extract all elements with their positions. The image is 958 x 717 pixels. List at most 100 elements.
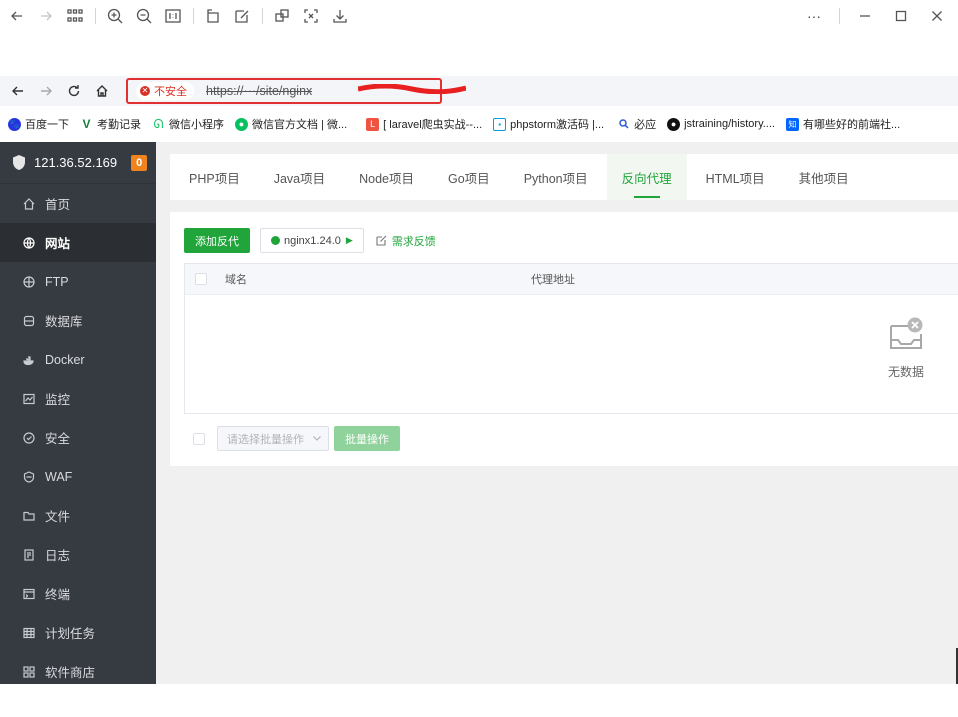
close-icon[interactable] [926,5,948,27]
database-icon [23,315,35,327]
sidebar-item-database[interactable]: 数据库 [0,301,156,340]
tab-other[interactable]: 其他项目 [784,154,864,200]
edit-icon[interactable] [231,5,253,27]
zoom-out-icon[interactable] [133,5,155,27]
select-all-checkbox[interactable] [195,273,207,285]
tab-go[interactable]: Go项目 [433,154,505,200]
sidebar-item-cron[interactable]: 计划任务 [0,613,156,652]
proxy-panel: 添加反代 nginx1.24.0 ▶ 需求反馈 域名 代理地址 无数据 请选择批… [170,212,958,466]
baidu-icon: 🐾 [8,117,21,131]
bookmark-item[interactable]: 必应 [617,116,656,132]
bookmark-item[interactable]: V 考勤记录 [80,116,141,132]
address-bar[interactable]: ✕ 不安全 https://···/site/nginx [126,78,466,104]
rotate-icon[interactable] [202,5,224,27]
url-text: https://···/site/nginx [206,84,313,98]
bilibili-icon: ▪ [493,117,507,131]
apps-icon [23,665,35,678]
sidebar-item-ftp[interactable]: FTP [0,262,156,301]
copy-icon[interactable] [271,5,293,27]
maximize-icon[interactable] [890,5,912,27]
warning-icon: ✕ [140,86,150,96]
sidebar-item-logs[interactable]: 日志 [0,535,156,574]
bookmark-item[interactable]: ᘏ 微信小程序 [152,116,224,132]
tab-php[interactable]: PHP项目 [174,154,255,200]
actual-size-icon[interactable] [162,5,184,27]
ftp-icon [23,275,35,288]
folder-icon [23,510,35,522]
redaction-scribble [358,84,466,94]
bookmark-item[interactable]: 知有哪些好的前端社... [785,116,900,132]
no-data-icon [890,317,923,349]
notification-badge[interactable]: 0 [131,154,148,171]
sidebar-item-waf[interactable]: WAF [0,457,156,496]
reload-icon[interactable] [62,79,86,103]
sidebar-item-docker[interactable]: Docker [0,340,156,379]
toolbar-divider [193,8,194,24]
bookmark-item[interactable]: 🐾 百度一下 [8,116,69,132]
fullscreen-icon[interactable] [300,5,322,27]
sidebar-item-home[interactable]: 首页 [0,184,156,223]
add-proxy-button[interactable]: 添加反代 [184,228,250,253]
minimize-icon[interactable] [854,5,876,27]
nginx-version-button[interactable]: nginx1.24.0 ▶ [260,228,364,253]
laravel-icon: L [366,117,380,131]
batch-checkbox[interactable] [193,432,205,445]
viewer-toolbar: ··· [0,0,958,32]
bookmarks-bar: 🐾 百度一下 V 考勤记录 ᘏ 微信小程序 ● 微信官方文档 | 微... L[ lar… [0,112,958,136]
bookmark-item[interactable]: ▪ phpstorm激活码 |... [493,116,604,132]
browser-address-row: ✕ 不安全 https://···/site/nginx [0,76,958,106]
sidebar-item-files[interactable]: 文件 [0,496,156,535]
column-proxy-address: 代理地址 [531,274,575,286]
zoom-in-icon[interactable] [104,5,126,27]
terminal-icon [23,588,35,600]
insecure-indicator[interactable]: ✕ 不安全 [136,82,194,100]
mini-program-icon: ᘏ [153,116,164,131]
tab-python[interactable]: Python项目 [509,154,603,200]
sidebar-item-store[interactable]: 软件商店 [0,652,156,691]
forward-arrow-icon[interactable] [35,5,57,27]
empty-text: 无数据 [887,365,924,379]
sidebar-item-website[interactable]: 网站 [0,223,156,262]
batch-actions: 请选择批量操作 批量操作 [193,426,400,451]
calendar-icon [23,627,35,639]
bookmark-item[interactable]: ● jstraining/history.... [667,117,775,131]
insecure-label: 不安全 [154,86,187,98]
browser-back-icon[interactable] [6,79,30,103]
download-icon[interactable] [329,5,351,27]
play-icon: ▶ [345,235,353,245]
toolbar-divider [95,8,96,24]
nginx-version-label: nginx1.24.0 [284,234,341,247]
toolbar-divider [262,8,263,24]
tab-reverse-proxy[interactable]: 反向代理 [606,154,687,200]
browser-forward-icon[interactable] [34,79,58,103]
bookmark-item[interactable]: ● 微信官方文档 | 微... [235,116,347,132]
sidebar: 121.36.52.169 0 首页 网站 FTP 数据库 Docker 监控 … [0,142,156,684]
home-icon [23,197,35,210]
home-page-icon[interactable] [90,79,114,103]
edit-note-icon [376,235,387,246]
v-logo-icon: V [82,117,91,131]
server-header[interactable]: 121.36.52.169 0 [0,142,156,184]
more-icon[interactable]: ··· [803,5,825,27]
feedback-link[interactable]: 需求反馈 [376,233,436,249]
monitor-icon [23,393,35,405]
log-icon [23,548,35,561]
docker-icon [23,354,35,366]
empty-state: 无数据 [878,316,934,380]
batch-select[interactable]: 请选择批量操作 [217,426,329,451]
waf-icon [23,470,35,483]
batch-action-button[interactable]: 批量操作 [334,426,400,451]
sidebar-item-security[interactable]: 安全 [0,418,156,457]
bookmark-item[interactable]: L[ laravel爬虫实战--... [366,116,482,132]
wechat-icon: ● [235,117,248,131]
sidebar-item-terminal[interactable]: 终端 [0,574,156,613]
tab-node[interactable]: Node项目 [344,154,429,200]
tab-html[interactable]: HTML项目 [691,154,780,200]
toolbar-divider [839,8,840,24]
grid-view-icon[interactable] [64,5,86,27]
tab-java[interactable]: Java项目 [259,154,340,200]
back-arrow-icon[interactable] [6,5,28,27]
search-icon [617,118,630,131]
sidebar-item-monitor[interactable]: 监控 [0,379,156,418]
panel-toolbar: 添加反代 nginx1.24.0 ▶ 需求反馈 [184,228,436,253]
